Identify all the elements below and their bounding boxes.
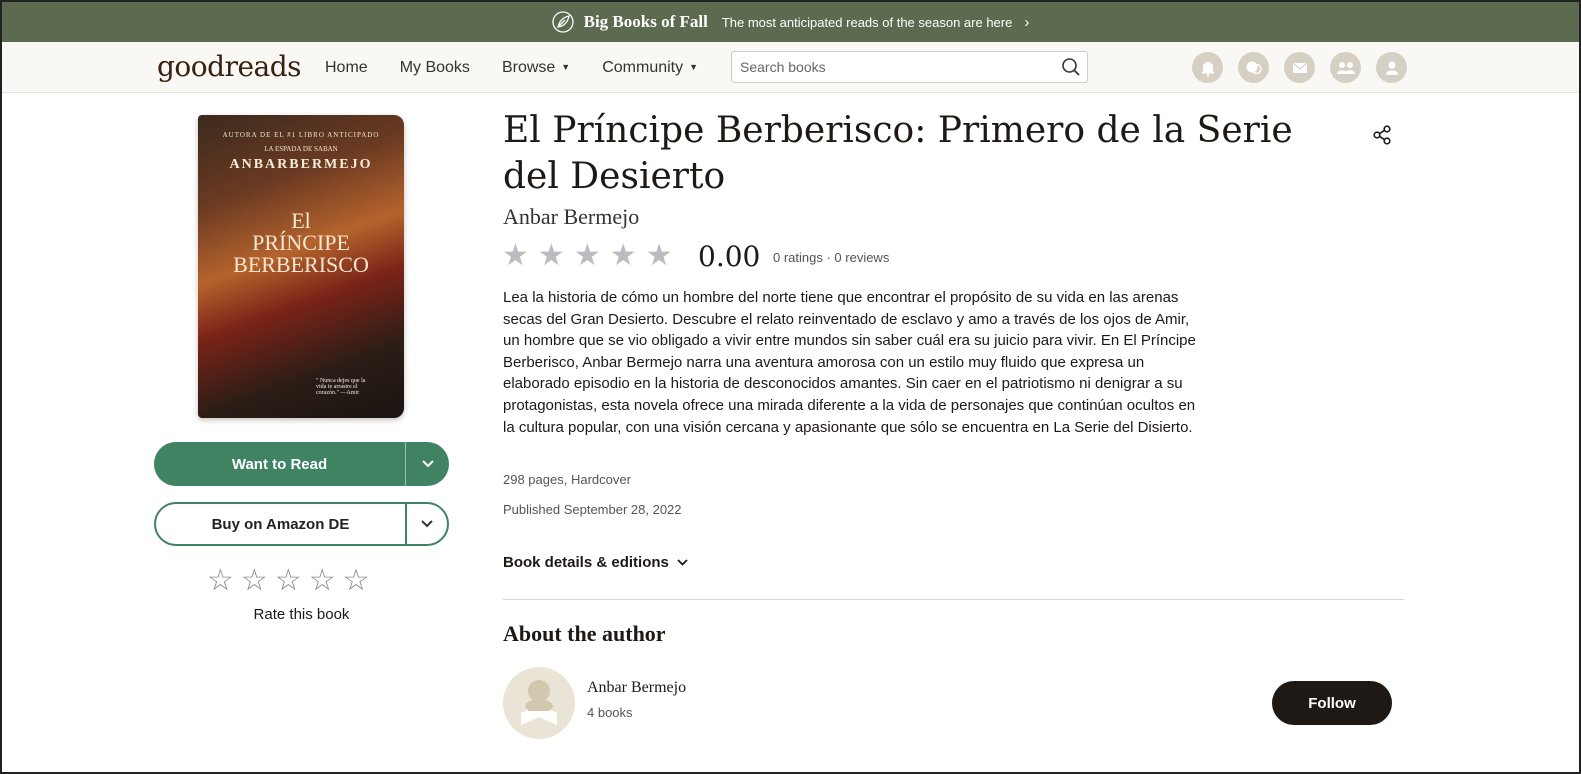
discussions-icon[interactable] <box>1238 52 1269 83</box>
book-cover[interactable]: AUTORA DE EL #1 LIBRO ANTICIPADO LA ESPA… <box>198 115 404 418</box>
header-icons <box>1192 52 1407 83</box>
promo-banner[interactable]: Big Books of Fall The most anticipated r… <box>2 2 1579 42</box>
star-icon: ★ <box>537 239 565 272</box>
share-icon[interactable] <box>1371 124 1393 146</box>
cover-quote: " Nunca dejes que la vida te arrastre el… <box>316 378 366 396</box>
buy-button[interactable]: Buy on Amazon DE <box>154 502 449 546</box>
nav-my-books[interactable]: My Books <box>400 59 470 77</box>
buy-dropdown-button[interactable] <box>405 504 447 544</box>
book-details-label: Book details & editions <box>503 554 669 571</box>
want-to-read-label[interactable]: Want to Read <box>154 442 405 486</box>
book-title: El Príncipe Berberisco: Primero de la Se… <box>503 110 1293 197</box>
average-rating-value: 0.00 <box>698 240 761 273</box>
caret-down-icon: ▼ <box>689 61 699 72</box>
rate-this-book-label: Rate this book <box>253 606 350 623</box>
shelf-dropdown-button[interactable] <box>405 442 449 486</box>
messages-icon[interactable] <box>1284 52 1315 83</box>
notifications-icon[interactable] <box>1192 52 1223 83</box>
publication-date: Published September 28, 2022 <box>503 502 682 517</box>
profile-icon[interactable] <box>1376 52 1407 83</box>
cover-title: El PRÍNCIPE BERBERISCO <box>198 210 404 276</box>
ratings-reviews-count[interactable]: 0 ratings · 0 reviews <box>773 250 889 265</box>
cover-title-line: PRÍNCIPE <box>252 230 350 255</box>
book-details-toggle[interactable]: Book details & editions <box>503 554 688 571</box>
rate-star-2-icon[interactable]: ☆ <box>241 566 268 596</box>
search-input[interactable] <box>732 52 1042 82</box>
promo-subtitle: The most anticipated reads of the season… <box>721 14 1013 30</box>
star-icon: ★ <box>645 239 673 272</box>
site-header: goodreads Home My Books Browse ▼ Communit… <box>2 42 1579 93</box>
cover-title-line: El <box>291 208 311 233</box>
author-avatar[interactable] <box>503 667 575 739</box>
main-nav: Home My Books Browse ▼ Community ▼ <box>325 42 698 93</box>
chevron-down-icon <box>421 520 433 528</box>
caret-down-icon: ▼ <box>561 61 571 72</box>
author-books-count: 4 books <box>587 705 633 720</box>
rate-star-3-icon[interactable]: ☆ <box>275 566 302 596</box>
leaf-icon <box>551 11 574 33</box>
cover-author: ANBARBERMEJO <box>229 157 373 172</box>
book-description: Lea la historia de cómo un hombre del no… <box>503 289 1196 436</box>
book-author-link[interactable]: Anbar Bermejo <box>503 204 639 230</box>
chevron-down-icon <box>677 559 688 566</box>
star-icon: ★ <box>609 239 637 272</box>
cover-title-line: BERBERISCO <box>233 252 369 277</box>
pages-format: 298 pages, Hardcover <box>503 472 631 487</box>
nav-community-label: Community <box>602 58 684 76</box>
cover-subtitle: LA ESPADA DE SABAN <box>264 145 338 153</box>
chevron-right-icon: › <box>1024 13 1030 31</box>
search-icon[interactable] <box>1061 57 1081 77</box>
friends-icon[interactable] <box>1330 52 1361 83</box>
chevron-down-icon <box>421 460 434 468</box>
rate-this-book-stars: ☆ ☆ ☆ ☆ ☆ <box>207 566 370 596</box>
follow-button[interactable]: Follow <box>1272 681 1392 725</box>
rate-star-4-icon[interactable]: ☆ <box>309 566 336 596</box>
section-divider <box>503 599 1404 600</box>
nav-browse-label: Browse <box>501 58 556 76</box>
star-icon: ★ <box>502 239 529 272</box>
average-rating-stars: ★ ★ ★ ★ ★ <box>502 239 673 273</box>
nav-community[interactable]: Community ▼ <box>602 59 698 77</box>
want-to-read-button[interactable]: Want to Read <box>154 442 449 486</box>
goodreads-logo[interactable]: goodreads <box>157 50 302 83</box>
rate-star-1-icon[interactable]: ☆ <box>207 566 234 596</box>
about-author-heading: About the author <box>503 621 666 646</box>
buy-label[interactable]: Buy on Amazon DE <box>156 504 405 544</box>
star-icon: ★ <box>573 239 601 272</box>
nav-browse[interactable]: Browse ▼ <box>502 59 570 77</box>
promo-title: Big Books of Fall <box>583 12 708 31</box>
search-box <box>731 51 1088 83</box>
rate-star-5-icon[interactable]: ☆ <box>343 566 370 596</box>
nav-home[interactable]: Home <box>325 59 368 77</box>
author-name-link[interactable]: Anbar Bermejo <box>587 679 686 697</box>
cover-tagline: AUTORA DE EL #1 LIBRO ANTICIPADO <box>222 131 380 139</box>
